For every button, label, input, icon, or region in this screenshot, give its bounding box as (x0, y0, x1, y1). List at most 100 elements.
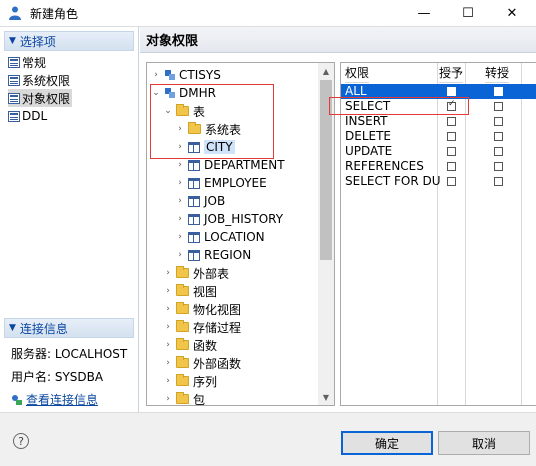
tree-item-views[interactable]: › 视图 (163, 282, 217, 300)
grant-option-checkbox[interactable] (494, 162, 503, 171)
expand-icon[interactable]: › (163, 376, 173, 386)
close-button[interactable]: ✕ (490, 0, 534, 26)
expand-icon[interactable]: › (163, 322, 173, 332)
expand-icon[interactable]: › (175, 178, 185, 188)
page-icon (8, 56, 20, 68)
grant-option-checkbox[interactable] (494, 117, 503, 126)
tree-item-external-tables[interactable]: › 外部表 (163, 264, 229, 282)
grant-option-checkbox[interactable] (494, 177, 503, 186)
folder-icon (176, 284, 189, 296)
maximize-button[interactable]: ☐ (446, 0, 490, 26)
ok-button[interactable]: 确定 (341, 431, 433, 455)
expand-icon[interactable]: › (163, 286, 173, 296)
nav-item-ddl[interactable]: DDL (8, 107, 134, 125)
user-info: 用户名: SYSDBA (11, 370, 104, 384)
grant-option-checkbox[interactable] (494, 147, 503, 156)
page-icon (8, 92, 20, 104)
expand-icon[interactable]: › (175, 160, 185, 170)
nav-item-label: DDL (22, 109, 48, 123)
tree-item-label: JOB (204, 194, 226, 208)
connection-section-header[interactable]: ▼ 连接信息 (4, 318, 134, 338)
tree-item-sequences[interactable]: › 序列 (163, 372, 217, 390)
view-connection-label: 查看连接信息 (26, 393, 99, 407)
grant-option-checkbox[interactable] (494, 102, 503, 111)
expand-icon[interactable]: › (163, 268, 173, 278)
tree-item-functions[interactable]: › 函数 (163, 336, 217, 354)
privilege-name: REFERENCES (345, 159, 424, 173)
server-info: 服务器: LOCALHOST (11, 347, 128, 361)
expand-icon[interactable]: › (175, 250, 185, 260)
options-section-header[interactable]: ▼ 选择项 (4, 31, 134, 51)
cancel-button[interactable]: 取消 (438, 431, 530, 455)
table-icon (188, 159, 200, 171)
highlight-box-select (329, 97, 469, 115)
expand-icon[interactable]: › (163, 358, 173, 368)
tree-item-external-functions[interactable]: › 外部函数 (163, 354, 241, 372)
tree-item-label: 外部函数 (193, 356, 242, 371)
table-icon (188, 177, 200, 189)
expand-icon[interactable]: › (163, 304, 173, 314)
connection-icon (12, 394, 22, 405)
expand-icon[interactable]: › (163, 394, 173, 404)
privilege-name: UPDATE (345, 144, 393, 158)
column-header-grant[interactable]: 授予 (439, 63, 464, 83)
grant-option-checkbox[interactable] (494, 87, 503, 96)
folder-icon (176, 302, 189, 314)
tree-item-employee[interactable]: › EMPLOYEE (175, 174, 267, 192)
tree-item-region[interactable]: › REGION (175, 246, 251, 264)
grant-checkbox[interactable] (447, 162, 456, 171)
tree-item-materialized-views[interactable]: › 物化视图 (163, 300, 241, 318)
scroll-up-icon[interactable]: ▲ (318, 63, 334, 79)
grant-option-checkbox[interactable] (494, 132, 503, 141)
tree-item-job[interactable]: › JOB (175, 192, 225, 210)
tree-item-label: 外部表 (193, 266, 230, 281)
privilege-row-references[interactable]: REFERENCES (341, 159, 536, 174)
tree-item-ctisys[interactable]: › CTISYS (151, 66, 221, 84)
privilege-row-update[interactable]: UPDATE (341, 144, 536, 159)
expand-icon[interactable]: › (151, 70, 161, 80)
folder-icon (176, 338, 189, 350)
nav-item-label: 系统权限 (22, 73, 71, 88)
column-header-privilege[interactable]: 权限 (345, 63, 370, 83)
grant-checkbox[interactable] (447, 117, 456, 126)
object-privileges-header: 对象权限 (140, 27, 536, 53)
options-section-title: 选择项 (19, 34, 56, 49)
nav-item-object-privileges[interactable]: 对象权限 (8, 89, 72, 107)
view-connection-link[interactable]: 查看连接信息 (11, 391, 98, 408)
privilege-row-select-for-dump[interactable]: SELECT FOR DU (341, 174, 536, 189)
expand-icon[interactable]: › (163, 340, 173, 350)
expand-icon[interactable]: › (175, 232, 185, 242)
expand-icon[interactable]: › (175, 214, 185, 224)
tree-item-job-history[interactable]: › JOB_HISTORY (175, 210, 283, 228)
minimize-button[interactable]: — (402, 0, 446, 26)
table-icon (188, 231, 200, 243)
tree-item-label: 序列 (193, 374, 218, 389)
folder-icon (176, 266, 189, 278)
nav-item-label: 对象权限 (22, 91, 71, 106)
window-title: 新建角色 (30, 7, 79, 21)
title-bar: 新建角色 — ☐ ✕ (0, 0, 536, 26)
nav-item-general[interactable]: 常规 (8, 53, 134, 71)
privilege-row-insert[interactable]: INSERT (341, 114, 536, 129)
database-icon (165, 70, 175, 80)
tree-item-label: 物化视图 (193, 302, 242, 317)
page-icon (8, 110, 20, 122)
role-icon (9, 6, 21, 20)
scroll-down-icon[interactable]: ▼ (318, 389, 334, 405)
privilege-row-delete[interactable]: DELETE (341, 129, 536, 144)
tree-item-procedures[interactable]: › 存储过程 (163, 318, 241, 336)
nav-item-system-privileges[interactable]: 系统权限 (8, 71, 134, 89)
page-icon (8, 74, 20, 86)
tree-item-packages[interactable]: › 包 (163, 390, 205, 405)
column-header-grant-option[interactable]: 转授 (485, 63, 510, 83)
grant-checkbox[interactable] (447, 87, 456, 96)
tree-item-location[interactable]: › LOCATION (175, 228, 264, 246)
help-icon[interactable]: ? (13, 433, 29, 449)
folder-icon (176, 392, 189, 404)
expand-icon[interactable]: › (175, 196, 185, 206)
grant-checkbox[interactable] (447, 147, 456, 156)
grant-checkbox[interactable] (447, 177, 456, 186)
tree-item-label: JOB_HISTORY (204, 212, 284, 226)
grant-checkbox[interactable] (447, 132, 456, 141)
folder-icon (176, 320, 189, 332)
